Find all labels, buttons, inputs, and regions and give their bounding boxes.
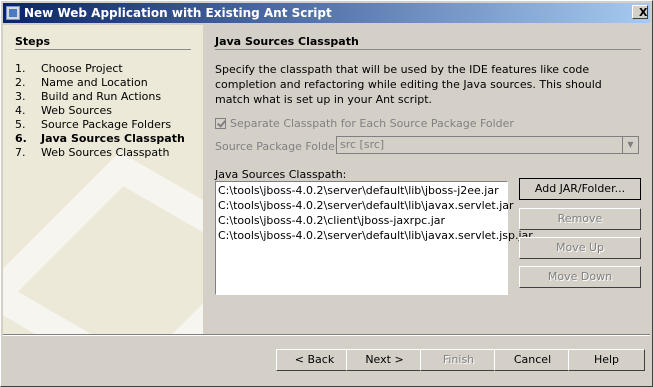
- list-item[interactable]: C:\tools\jboss-4.0.2\server\default\lib\…: [216, 228, 533, 243]
- next-button[interactable]: Next >: [346, 349, 423, 371]
- separate-classpath-checkbox: [215, 118, 226, 129]
- back-button[interactable]: < Back: [276, 349, 353, 371]
- source-folder-value: src [src]: [340, 138, 385, 151]
- page-description: Specify the classpath that will be used …: [215, 63, 602, 106]
- steps-watermark: [3, 151, 203, 334]
- wizard-window: New Web Application with Existing Ant Sc…: [0, 0, 653, 387]
- finish-button[interactable]: Finish: [420, 349, 497, 371]
- source-folder-combobox: src [src] ▼: [336, 136, 639, 154]
- classpath-label: Java Sources Classpath:: [215, 168, 347, 181]
- remove-button[interactable]: Remove: [519, 208, 641, 230]
- app-icon: [6, 6, 20, 20]
- steps-divider: [15, 49, 191, 50]
- step-6-current: 6. Java Sources Classpath: [15, 132, 185, 145]
- list-item[interactable]: C:\tools\jboss-4.0.2\client\jboss-jaxrpc…: [216, 213, 507, 228]
- step-7: 7. Web Sources Classpath: [15, 146, 170, 159]
- cancel-button[interactable]: Cancel: [494, 349, 571, 371]
- footer-separator: [3, 334, 650, 336]
- page-title: Java Sources Classpath: [215, 35, 359, 48]
- close-button[interactable]: X: [632, 5, 648, 19]
- move-down-button[interactable]: Move Down: [519, 266, 641, 288]
- separate-classpath-label: Separate Classpath for Each Source Packa…: [230, 117, 514, 130]
- content-divider: [215, 49, 641, 50]
- add-jar-folder-button[interactable]: Add JAR/Folder...: [519, 178, 641, 200]
- window-title: New Web Application with Existing Ant Sc…: [24, 6, 332, 20]
- step-2: 2. Name and Location: [15, 76, 148, 89]
- step-1: 1. Choose Project: [15, 62, 123, 75]
- chevron-down-icon: ▼: [622, 137, 638, 153]
- list-item[interactable]: C:\tools\jboss-4.0.2\server\default\lib\…: [216, 183, 507, 198]
- move-up-button[interactable]: Move Up: [519, 237, 641, 259]
- title-bar[interactable]: New Web Application with Existing Ant Sc…: [3, 3, 650, 23]
- step-4: 4. Web Sources: [15, 104, 112, 117]
- steps-heading: Steps: [15, 35, 51, 48]
- step-5: 5. Source Package Folders: [15, 118, 172, 131]
- separate-classpath-checkbox-row: Separate Classpath for Each Source Packa…: [215, 117, 514, 130]
- source-folder-label: Source Package Folder:: [215, 140, 343, 153]
- steps-panel: Steps 1. Choose Project 2. Name and Locati…: [3, 25, 203, 334]
- step-3: 3. Build and Run Actions: [15, 90, 162, 103]
- classpath-list[interactable]: C:\tools\jboss-4.0.2\server\default\lib\…: [215, 181, 533, 295]
- list-item[interactable]: C:\tools\jboss-4.0.2\server\default\lib\…: [216, 198, 514, 213]
- help-button[interactable]: Help: [568, 349, 645, 371]
- content-panel: Java Sources Classpath Specify the class…: [203, 25, 650, 334]
